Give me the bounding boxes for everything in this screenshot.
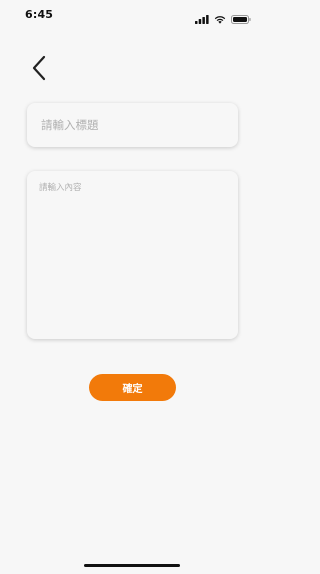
status-icons — [195, 9, 251, 28]
content-textarea[interactable] — [39, 181, 226, 329]
title-input[interactable] — [39, 117, 226, 133]
home-indicator — [84, 564, 180, 567]
confirm-button[interactable]: 確定 — [89, 374, 176, 401]
status-time: 6:45 — [25, 8, 54, 21]
back-button[interactable] — [27, 55, 51, 85]
cellular-signal-icon — [195, 9, 209, 28]
status-bar: 6:45 — [0, 0, 265, 30]
battery-icon — [231, 9, 251, 28]
title-field — [27, 103, 238, 147]
content-field — [27, 171, 238, 339]
chevron-left-icon — [31, 55, 47, 85]
wifi-icon — [214, 9, 226, 28]
